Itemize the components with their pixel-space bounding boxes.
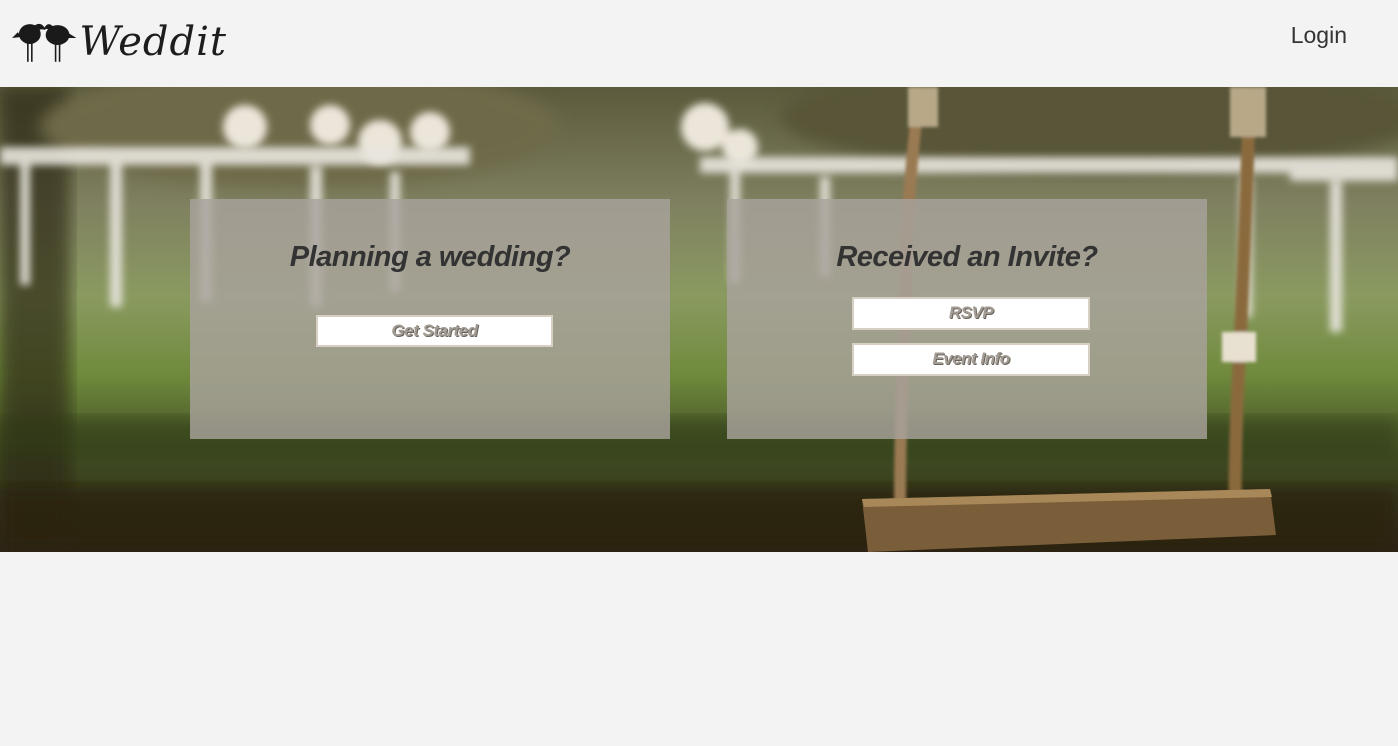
get-started-button[interactable]: Get Started xyxy=(316,315,553,347)
event-info-button[interactable]: Event Info xyxy=(852,343,1090,376)
invite-title: Received an Invite? xyxy=(836,241,1098,273)
rsvp-button[interactable]: RSVP xyxy=(852,297,1090,330)
navbar: Weddit Login xyxy=(0,0,1398,87)
planning-card: Planning a wedding? Get Started xyxy=(190,199,670,439)
hero-section: Planning a wedding? Get Started Received… xyxy=(0,87,1398,552)
invite-card: Received an Invite? RSVP Event Info xyxy=(727,199,1207,439)
login-link[interactable]: Login xyxy=(1291,22,1347,49)
logo-text: Weddit xyxy=(79,19,227,65)
weddit-logo[interactable]: Weddit xyxy=(12,14,227,66)
planning-title: Planning a wedding? xyxy=(289,241,571,273)
love-birds-icon xyxy=(12,23,77,62)
